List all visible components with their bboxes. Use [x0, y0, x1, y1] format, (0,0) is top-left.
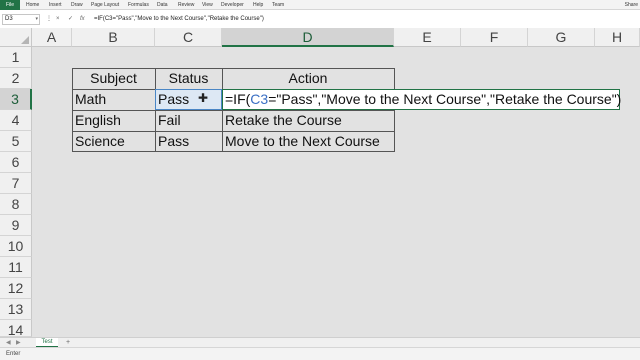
- tab-data[interactable]: Data: [157, 0, 168, 10]
- row-header-12[interactable]: 12: [0, 278, 32, 299]
- column-header-b[interactable]: B: [72, 28, 155, 47]
- column-header-g[interactable]: G: [528, 28, 595, 47]
- row-header-10[interactable]: 10: [0, 236, 32, 257]
- status-mode: Enter: [6, 351, 21, 357]
- tab-developer[interactable]: Developer: [221, 0, 244, 10]
- column-header-a[interactable]: A: [32, 28, 72, 47]
- tab-page-layout[interactable]: Page Layout: [91, 0, 119, 10]
- name-box[interactable]: D3 ▾: [2, 14, 40, 25]
- row-header-14[interactable]: 14: [0, 320, 32, 338]
- select-all-corner[interactable]: [0, 28, 32, 47]
- row-header-2[interactable]: 2: [0, 68, 32, 89]
- row-header-8[interactable]: 8: [0, 194, 32, 215]
- cell-status[interactable]: Pass: [158, 89, 189, 109]
- share-button[interactable]: Share: [625, 0, 638, 10]
- column-header-f[interactable]: F: [461, 28, 528, 47]
- tab-team[interactable]: Team: [272, 0, 284, 10]
- tab-view[interactable]: View: [202, 0, 213, 10]
- cell-subject[interactable]: Science: [75, 131, 125, 151]
- sheet-tab-bar: ◀ ▶ Test +: [0, 337, 640, 348]
- status-bar: Enter: [0, 347, 640, 360]
- cell-subject[interactable]: English: [75, 110, 121, 130]
- insert-function-icon[interactable]: fx: [80, 14, 85, 25]
- header-status[interactable]: Status: [155, 68, 222, 88]
- column-header-c[interactable]: C: [155, 28, 222, 47]
- file-tab[interactable]: File: [0, 0, 20, 10]
- excel-window: File Home Insert Draw Page Layout Formul…: [0, 0, 640, 360]
- ribbon-tab-bar: File Home Insert Draw Page Layout Formul…: [0, 0, 640, 10]
- tab-formulas[interactable]: Formulas: [128, 0, 149, 10]
- cancel-icon[interactable]: ×: [56, 14, 60, 25]
- name-box-value: D3: [5, 16, 13, 22]
- tab-draw[interactable]: Draw: [71, 0, 83, 10]
- more-icon: ⋮: [46, 16, 52, 22]
- tab-insert[interactable]: Insert: [49, 0, 62, 10]
- row-header-4[interactable]: 4: [0, 110, 32, 131]
- cell-cursor-icon: ✚: [198, 91, 209, 105]
- cell-edit-text: =IF(C3="Pass","Move to the Next Course",…: [225, 90, 621, 109]
- header-subject[interactable]: Subject: [72, 68, 155, 88]
- row-header-13[interactable]: 13: [0, 299, 32, 320]
- formula-prefix: =IF(: [225, 91, 251, 107]
- chevron-down-icon[interactable]: ▾: [35, 15, 38, 24]
- row-header-6[interactable]: 6: [0, 152, 32, 173]
- tab-review[interactable]: Review: [178, 0, 194, 10]
- cell-status[interactable]: Pass: [158, 131, 189, 151]
- cell-subject[interactable]: Math: [75, 89, 106, 109]
- row-header-11[interactable]: 11: [0, 257, 32, 278]
- cell-action[interactable]: Move to the Next Course: [225, 131, 380, 151]
- tab-help[interactable]: Help: [253, 0, 263, 10]
- row-header-1[interactable]: 1: [0, 47, 32, 68]
- column-header-e[interactable]: E: [394, 28, 461, 47]
- select-all-icon: [21, 36, 29, 44]
- row-header-5[interactable]: 5: [0, 131, 32, 152]
- tab-home[interactable]: Home: [26, 0, 39, 10]
- cell-action[interactable]: Retake the Course: [225, 110, 342, 130]
- header-action[interactable]: Action: [222, 68, 394, 88]
- formula-suffix: ="Pass","Move to the Next Course","Retak…: [268, 91, 622, 107]
- cell-status[interactable]: Fail: [158, 110, 181, 130]
- enter-icon[interactable]: ✓: [68, 14, 73, 25]
- column-header-d[interactable]: D: [222, 28, 394, 47]
- row-header-3[interactable]: 3: [0, 89, 32, 110]
- formula-bar: D3 ▾ ⋮ × ✓ fx =IF(C3="Pass","Move to the…: [0, 10, 640, 29]
- column-header-h[interactable]: H: [595, 28, 640, 47]
- formula-input[interactable]: =IF(C3="Pass","Move to the Next Course",…: [94, 14, 264, 25]
- active-cell-editor[interactable]: =IF(C3="Pass","Move to the Next Course",…: [222, 89, 621, 110]
- row-header-9[interactable]: 9: [0, 215, 32, 236]
- row-header-7[interactable]: 7: [0, 173, 32, 194]
- cell-reference: C3: [250, 91, 269, 107]
